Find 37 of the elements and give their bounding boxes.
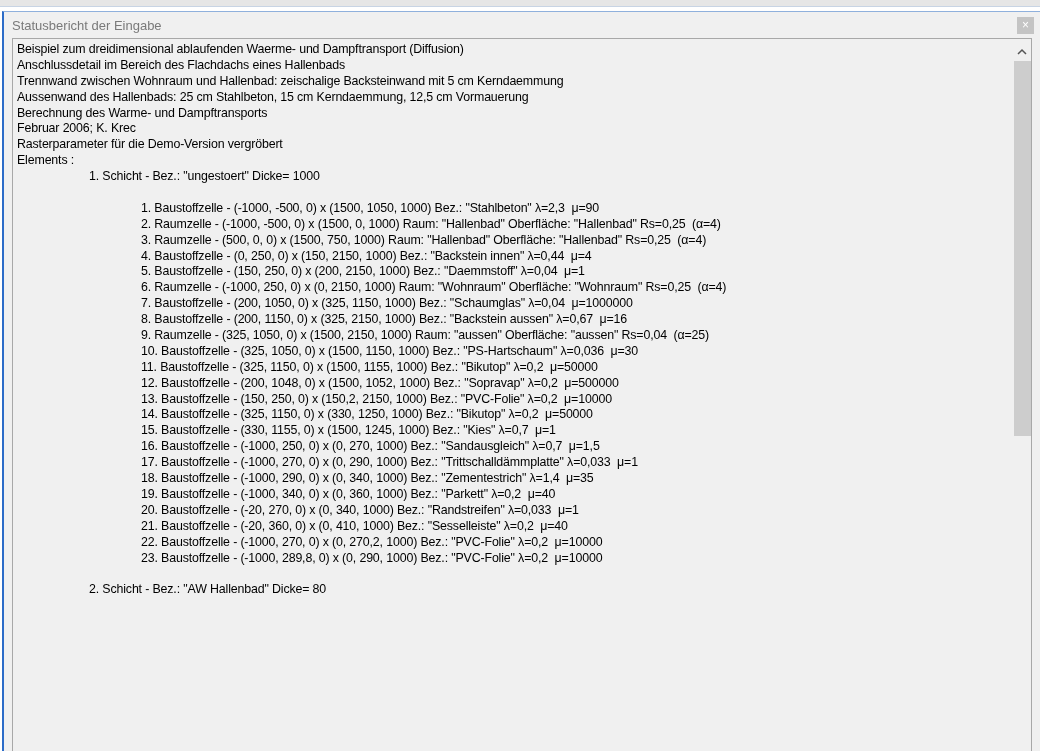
cell-line: 17. Baustoffzelle - (-1000, 270, 0) x (0, 290, 1000) Bez.: "Trittschalldämmplatte" λ=0,033 μ=1 <box>140 455 639 472</box>
report-line: Anschlussdetail im Bereich des Flachdachs eines Hallenbads <box>17 57 347 74</box>
cell-line: 21. Baustoffzelle - (-20, 360, 0) x (0, 410, 1000) Bez.: "Sesselleiste" λ=0,2 μ=40 <box>140 518 569 535</box>
cell-line: 14. Baustoffzelle - (325, 1150, 0) x (330, 1250, 1000) Bez.: "Bikutop" λ=0,2 μ=50000 <box>140 407 594 424</box>
cell-line: 22. Baustoffzelle - (-1000, 270, 0) x (0, 270,2, 1000) Bez.: "PVC-Folie" λ=0,2 μ=10000 <box>140 534 604 551</box>
close-button[interactable]: × <box>1017 16 1034 34</box>
cell-line: 18. Baustoffzelle - (-1000, 290, 0) x (0, 340, 1000) Bez.: "Zementestrich" λ=1,4 μ=35 <box>140 471 595 487</box>
layer-line: 1. Schicht - Bez.: "ungestoert" Dicke= 1000 <box>88 169 321 185</box>
cell-line: 8. Baustoffzelle - (200, 1150, 0) x (325, 2150, 1000) Bez.: "Backstein aussen" λ=0,67 μ=16 <box>140 312 629 329</box>
cell-line: 12. Baustoffzelle - (200, 1048, 0) x (1500, 1052, 1000) Bez.: "Sopravap" λ=0,2 μ=500000 <box>140 375 620 392</box>
scrollbar-thumb[interactable] <box>1013 61 1031 436</box>
report-line: Februar 2006; K. Krec <box>17 121 137 138</box>
cell-line: 6. Raumzelle - (-1000, 250, 0) x (0, 2150, 1000) Raum: "Wohnraum" Oberfläche: "Wohnraum" Rs=0,25 (α=4) <box>140 280 728 297</box>
cell-line: 1. Baustoffzelle - (-1000, -500, 0) x (1500, 1050, 1000) Bez.: "Stahlbeton" λ=2,3 μ=90 <box>140 200 600 217</box>
layer-line: 2. Schicht - Bez.: "AW Hallenbad" Dicke= 80 <box>88 582 328 599</box>
cell-line: 10. Baustoffzelle - (325, 1050, 0) x (1500, 1150, 1000) Bez.: "PS-Hartschaum" λ=0,036 μ=30 <box>140 343 640 360</box>
cell-line: 7. Baustoffzelle - (200, 1050, 0) x (325, 1150, 1000) Bez.: "Schaumglas" λ=0,04 μ=1000000 <box>140 296 634 313</box>
cell-line: 16. Baustoffzelle - (-1000, 250, 0) x (0, 270, 1000) Bez.: "Sandausgleich" λ=0,7 μ=1,5 <box>140 439 601 456</box>
report-line: Elements : <box>17 153 76 170</box>
cell-line: 13. Baustoffzelle - (150, 250, 0) x (150,2, 2150, 1000) Bez.: "PVC-Folie" λ=0,2 μ=10000 <box>140 391 613 408</box>
report-line: Rasterparameter für die Demo-Version vergröbert <box>17 137 284 154</box>
cell-line: 9. Raumzelle - (325, 1050, 0) x (1500, 2150, 1000) Raum: "aussen" Oberfläche: "aussen" Rs=0,04 (α=25) <box>140 328 711 344</box>
report-line: Trennwand zwischen Wohnraum und Hallenbad: zeischalige Backsteinwand mit 5 cm Kerndaemmung <box>17 73 565 90</box>
cell-line: 3. Raumzelle - (500, 0, 0) x (1500, 750, 1000) Raum: "Hallenbad" Oberfläche: "Hallenbad" Rs=0,25 (α=4) <box>140 232 708 249</box>
report-line: Aussenwand des Hallenbads: 25 cm Stahlbeton, 15 cm Kerndaemmung, 12,5 cm Vormauerung <box>17 89 530 106</box>
report-line: Beispiel zum dreidimensional ablaufenden Waerme- und Dampftransport (Diffusion) <box>17 42 465 58</box>
window-title: Statusbericht der Eingabe <box>12 17 162 33</box>
cell-line: 23. Baustoffzelle - (-1000, 289,8, 0) x (0, 290, 1000) Bez.: "PVC-Folie" λ=0,2 μ=10000 <box>140 550 604 567</box>
report-line: Berechnung des Warme- und Dampftransports <box>17 105 269 122</box>
scroll-up-icon[interactable] <box>1017 48 1027 55</box>
cell-line: 11. Baustoffzelle - (325, 1150, 0) x (1500, 1155, 1000) Bez.: "Bikutop" λ=0,2 μ=50000 <box>140 359 599 376</box>
cell-line: 5. Baustoffzelle - (150, 250, 0) x (200, 2150, 1000) Bez.: "Daemmstoff" λ=0,04 μ=1 <box>140 264 586 281</box>
cell-line: 20. Baustoffzelle - (-20, 270, 0) x (0, 340, 1000) Bez.: "Randstreifen" λ=0,033 μ=1 <box>140 502 580 519</box>
cell-line: 2. Raumzelle - (-1000, -500, 0) x (1500, 0, 1000) Raum: "Hallenbad" Oberfläche: "Hallenbad" Rs=0,25 (α=4) <box>140 216 722 233</box>
cell-line: 15. Baustoffzelle - (330, 1155, 0) x (1500, 1245, 1000) Bez.: "Kies" λ=0,7 μ=1 <box>140 423 557 440</box>
cell-line: 19. Baustoffzelle - (-1000, 340, 0) x (0, 360, 1000) Bez.: "Parkett" λ=0,2 μ=40 <box>140 486 557 503</box>
cell-line: 4. Baustoffzelle - (0, 250, 0) x (150, 2150, 1000) Bez.: "Backstein innen" λ=0,44 μ=4 <box>140 248 593 265</box>
